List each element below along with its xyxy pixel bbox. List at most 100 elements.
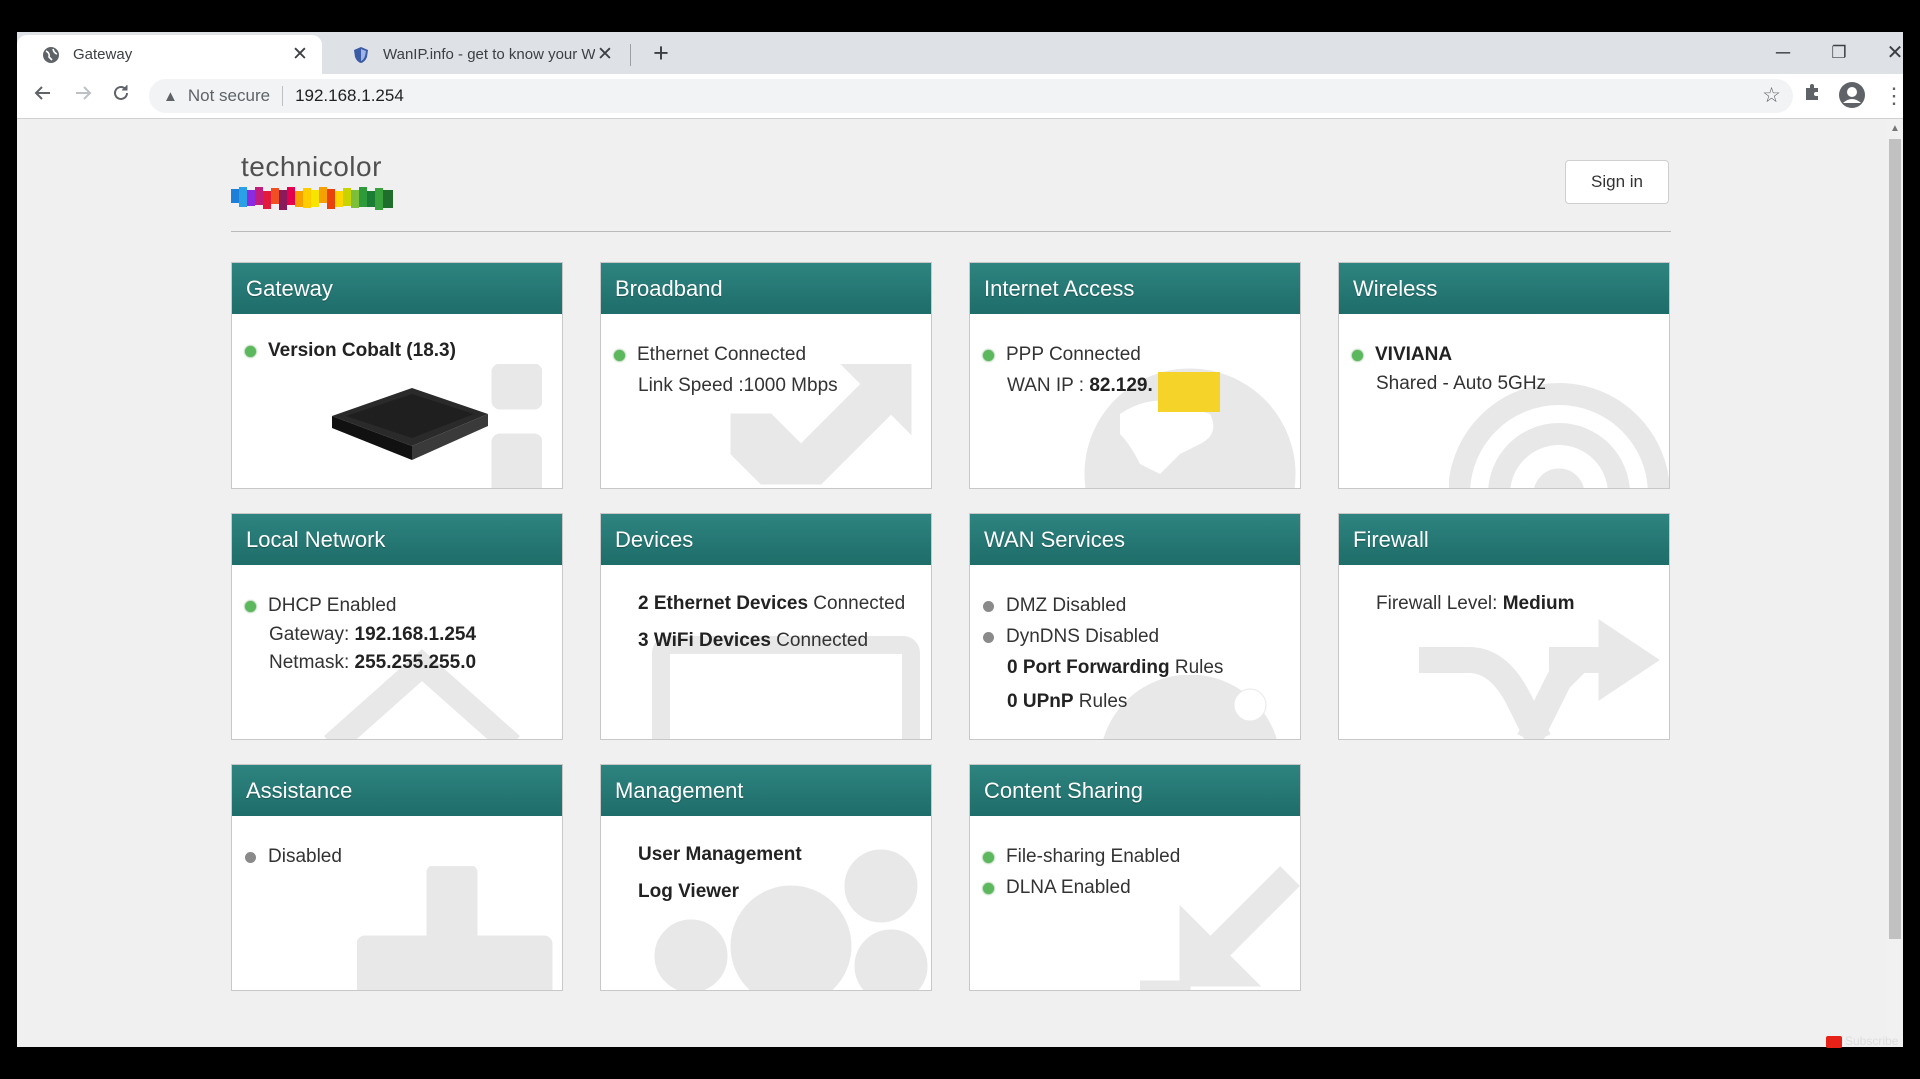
status-dot [983, 852, 994, 863]
globe-icon [41, 45, 61, 65]
broadband-status: Ethernet Connected [637, 344, 807, 365]
card-title: Wireless [1339, 263, 1669, 314]
bookmark-star-icon[interactable]: ☆ [1762, 83, 1781, 108]
port-forwarding: 0 Port Forwarding Rules [1007, 657, 1224, 678]
card-title: Devices [601, 514, 931, 565]
upnp-rules: 0 UPnP Rules [1007, 691, 1128, 712]
assistance-bg-icon [357, 866, 553, 990]
youtube-icon [1826, 1035, 1842, 1048]
card-wan-services[interactable]: WAN Services DMZ Disabled DynDNS Disable… [969, 513, 1301, 740]
status-dot [983, 350, 994, 361]
status-dot [245, 346, 256, 357]
status-dot [983, 883, 994, 894]
tab-strip: Gateway ✕ WanIP.info - get to know your … [17, 32, 1903, 74]
header-divider [231, 231, 1671, 232]
new-tab-button[interactable]: + [645, 36, 677, 70]
shield-icon [351, 45, 371, 65]
ethernet-devices: 2 Ethernet Devices Connected [638, 593, 906, 614]
card-title: WAN Services [970, 514, 1300, 565]
dmz-status: DMZ Disabled [1006, 595, 1127, 616]
scrollbar-thumb[interactable] [1889, 139, 1901, 939]
firewall-level: Firewall Level: Medium [1376, 593, 1575, 614]
forward-button[interactable] [67, 80, 99, 112]
browser-toolbar: ▲ Not secure 192.168.1.254 ☆ ⋮ [17, 74, 1903, 119]
page-scrollbar[interactable]: ▲ [1887, 119, 1903, 1047]
card-gateway[interactable]: Gateway Version Cobalt (18.3) [231, 262, 563, 489]
router-device-image [332, 388, 488, 460]
warning-icon: ▲ [163, 87, 178, 105]
status-dot [983, 632, 994, 643]
minimize-button[interactable]: ─ [1763, 38, 1803, 68]
card-title: Firewall [1339, 514, 1669, 565]
card-title: Local Network [232, 514, 562, 565]
tab-title: WanIP.info - get to know your W [383, 46, 595, 63]
url-text: 192.168.1.254 [295, 86, 404, 105]
card-title: Assistance [232, 765, 562, 816]
card-content-sharing[interactable]: Content Sharing File-sharing Enabled DLN… [969, 764, 1301, 991]
sign-in-button[interactable]: Sign in [1565, 160, 1669, 204]
status-dot [1352, 350, 1363, 361]
card-broadband[interactable]: Broadband Ethernet Connected Link Speed … [600, 262, 932, 489]
internet-status: PPP Connected [1006, 344, 1141, 365]
back-button[interactable] [27, 80, 59, 112]
reload-button[interactable] [105, 80, 137, 112]
card-internet-access[interactable]: Internet Access PPP Connected WAN IP : 8… [969, 262, 1301, 489]
subscribe-watermark: Subscribe [1826, 1034, 1898, 1048]
lan-netmask: Netmask: 255.255.255.0 [269, 652, 477, 673]
restore-button[interactable]: ❐ [1819, 38, 1859, 68]
menu-kebab-icon[interactable]: ⋮ [1879, 81, 1903, 111]
address-bar[interactable]: ▲ Not secure 192.168.1.254 ☆ [149, 79, 1793, 113]
status-dot [245, 601, 256, 612]
wifi-devices: 3 WiFi Devices Connected [638, 630, 869, 651]
shuffle-arrows-bg-icon [1419, 619, 1660, 739]
dhcp-status: DHCP Enabled [268, 595, 397, 616]
tab-gateway[interactable]: Gateway ✕ [17, 35, 322, 74]
technicolor-logo: technicolor [231, 151, 393, 213]
download-arrow-bg-icon [1140, 866, 1300, 990]
redaction-overlay [1158, 372, 1220, 412]
log-viewer-link[interactable]: Log Viewer [638, 881, 739, 903]
card-wireless[interactable]: Wireless VIVIANA Shared - Auto 5GHz [1338, 262, 1670, 489]
close-tab-icon[interactable]: ✕ [595, 43, 615, 66]
extensions-puzzle-icon[interactable] [1797, 81, 1827, 111]
card-management[interactable]: Management User Management Log Viewer [600, 764, 932, 991]
card-title: Content Sharing [970, 765, 1300, 816]
logo-text: technicolor [241, 151, 382, 182]
card-assistance[interactable]: Assistance Disabled [231, 764, 563, 991]
users-bg-icon [654, 849, 928, 990]
card-title: Gateway [232, 263, 562, 314]
card-title: Internet Access [970, 263, 1300, 314]
status-dot [983, 601, 994, 612]
assistance-status: Disabled [268, 846, 342, 867]
house-bg-icon [324, 648, 520, 739]
dyndns-status: DynDNS Disabled [1006, 626, 1160, 647]
tab-separator [630, 44, 631, 66]
card-local-network[interactable]: Local Network DHCP Enabled Gateway: 192.… [231, 513, 563, 740]
browser-window: Gateway ✕ WanIP.info - get to know your … [17, 32, 1903, 1047]
card-title: Management [601, 765, 931, 816]
scroll-up-arrow-icon[interactable]: ▲ [1890, 123, 1900, 134]
wifi-ssid: VIVIANA [1375, 344, 1453, 365]
dlna-status: DLNA Enabled [1006, 877, 1131, 898]
tab-title: Gateway [73, 46, 133, 63]
user-management-link[interactable]: User Management [638, 844, 802, 866]
gateway-version: Version Cobalt (18.3) [268, 340, 456, 361]
card-firewall[interactable]: Firewall Firewall Level: Medium [1338, 513, 1670, 740]
reload-icon [114, 85, 128, 100]
forward-arrow-icon [76, 86, 92, 100]
tab-wanip[interactable]: WanIP.info - get to know your W ✕ [327, 35, 627, 74]
card-devices[interactable]: Devices 2 Ethernet Devices Connected 3 W… [600, 513, 932, 740]
back-arrow-icon [34, 86, 50, 100]
wan-ip: WAN IP : 82.129. [1007, 375, 1153, 396]
lan-gateway: Gateway: 192.168.1.254 [269, 624, 477, 645]
close-tab-icon[interactable]: ✕ [290, 43, 310, 66]
profile-avatar-icon[interactable] [1837, 81, 1867, 111]
link-speed: Link Speed :1000 Mbps [638, 375, 838, 396]
omnibox-separator [282, 86, 284, 106]
logo-color-bars [231, 187, 393, 210]
gateway-page: technicolor Sign in Gateway Version Coba… [17, 119, 1887, 1047]
security-label: Not secure [187, 86, 271, 105]
file-sharing-status: File-sharing Enabled [1006, 846, 1181, 867]
status-dot [614, 350, 625, 361]
window-close-button[interactable]: ✕ [1875, 38, 1903, 68]
